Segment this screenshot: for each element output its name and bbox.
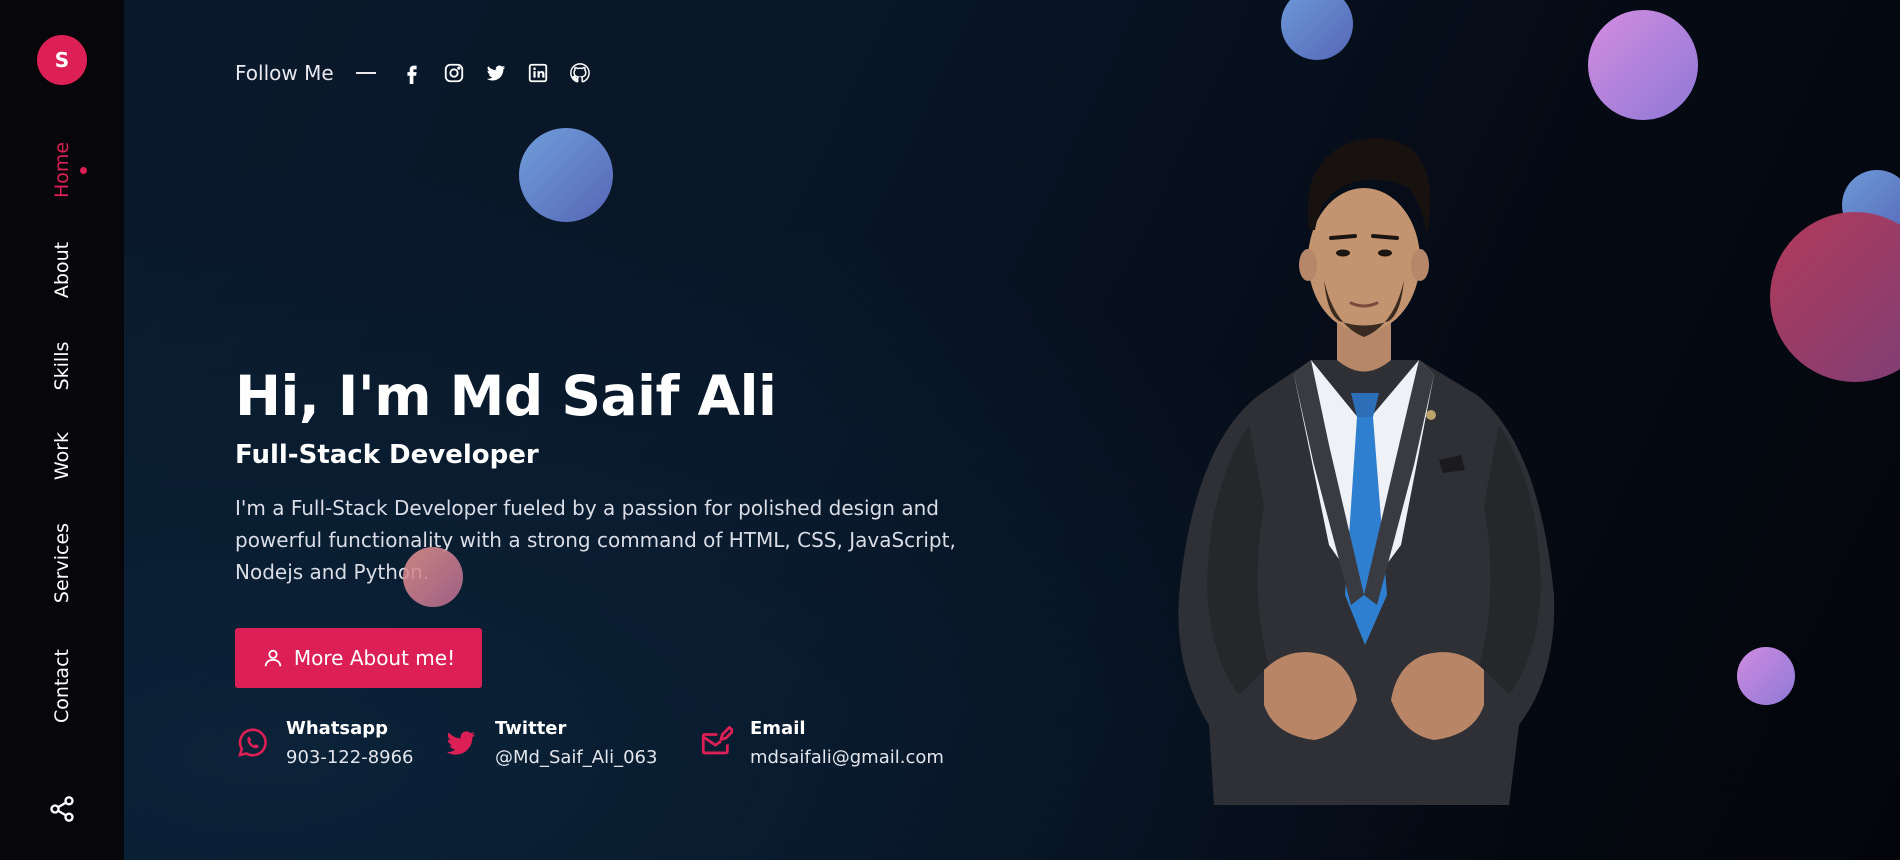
logo-initial: S (54, 48, 70, 72)
decorative-bubble (1281, 0, 1353, 60)
contact-title: Twitter (495, 718, 567, 739)
user-icon (264, 649, 282, 667)
profile-photo (1178, 137, 1555, 805)
twitter-icon[interactable] (485, 62, 507, 84)
instagram-icon[interactable] (443, 62, 465, 84)
contact-whatsapp[interactable]: Whatsapp 903-122-8966 (235, 717, 414, 770)
decorative-bubble (1588, 10, 1698, 120)
linkedin-icon[interactable] (527, 62, 549, 84)
email-icon (701, 726, 733, 755)
follow-label: Follow Me (235, 61, 334, 85)
contact-email[interactable]: Email mdsaifali@gmail.com (699, 717, 944, 770)
nav-skills[interactable]: Skills (51, 342, 73, 391)
cta-label: More About me! (293, 646, 456, 670)
hero-description: I'm a Full-Stack Developer fueled by a p… (235, 496, 956, 584)
contact-value: @Md_Saif_Ali_063 (495, 747, 658, 768)
decorative-bubble (403, 547, 463, 607)
nav-home[interactable]: Home (51, 142, 73, 198)
decorative-bubble (1770, 212, 1900, 382)
nav-services[interactable]: Services (51, 523, 73, 603)
decorative-bubble (519, 128, 613, 222)
sidebar: S Home About Skills Work Services Contac… (0, 0, 124, 860)
hero-title: Hi, I'm Md Saif Ali (235, 364, 777, 428)
whatsapp-icon (238, 728, 267, 757)
github-icon[interactable] (569, 62, 591, 84)
contact-title: Whatsapp (286, 718, 389, 739)
decorative-bubble (1737, 647, 1795, 705)
follow-divider (355, 72, 376, 74)
follow-me-bar: Follow Me (235, 61, 611, 85)
share-icon[interactable] (48, 795, 76, 823)
logo[interactable]: S (37, 35, 87, 85)
contact-value: mdsaifali@gmail.com (750, 747, 944, 768)
twitter-icon (446, 731, 476, 755)
nav-work[interactable]: Work (51, 432, 73, 480)
contact-value: 903-122-8966 (286, 747, 414, 768)
nav-about[interactable]: About (51, 242, 73, 298)
more-about-me-button[interactable]: More About me! (235, 628, 482, 688)
contact-twitter[interactable]: Twitter @Md_Saif_Ali_063 (444, 717, 657, 770)
active-nav-indicator (80, 167, 87, 174)
nav-contact[interactable]: Contact (51, 649, 73, 723)
facebook-icon[interactable] (401, 62, 423, 84)
contact-title: Email (750, 718, 806, 739)
hero-subtitle: Full-Stack Developer (235, 440, 539, 470)
hero-section: Follow Me Hi, I'm Md Saif Ali Full-Stack… (124, 0, 1900, 860)
